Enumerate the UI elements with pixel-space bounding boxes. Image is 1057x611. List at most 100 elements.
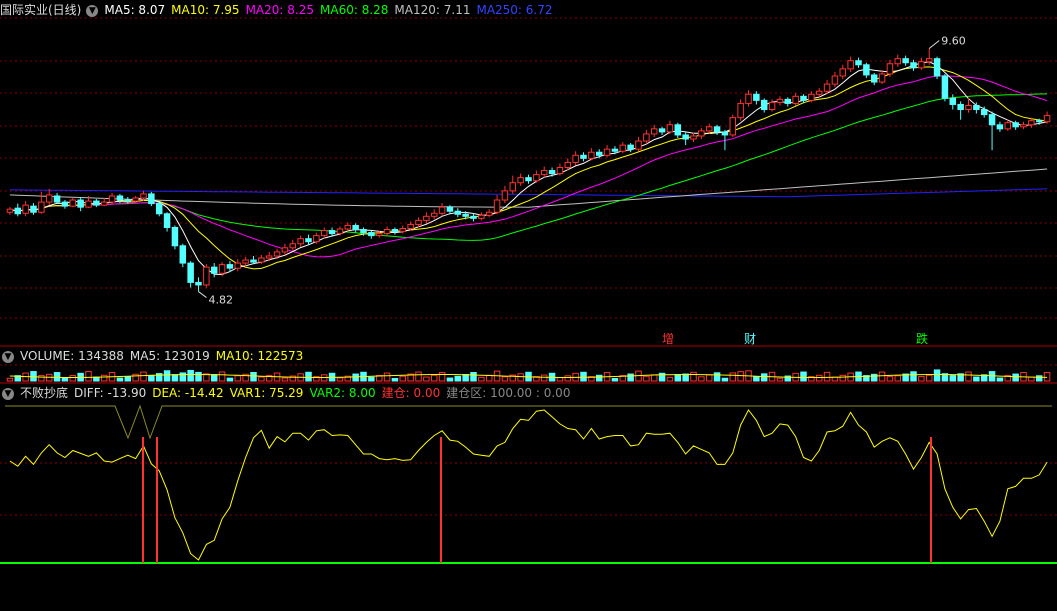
candle-body [234,262,242,269]
chevron-down-icon[interactable]: ▼ [86,4,99,17]
candle-body [187,262,194,283]
volume-bar [124,376,132,382]
candle-body [140,193,147,199]
candle-body [776,98,784,103]
candlesticks[interactable] [6,48,1051,292]
volume-bar [281,377,289,382]
ma250-line [9,188,1048,198]
dea-value: DEA: -14.42 [152,386,224,400]
high-marker [928,40,940,49]
candle-body [517,177,524,184]
volume-bar [933,369,941,382]
volume-bar [918,376,925,382]
volume-bar [470,372,477,382]
volume-bar [540,374,548,382]
volume-bar [650,374,658,382]
candle-body [258,257,265,263]
candle-body [30,205,37,213]
candle-body [69,199,77,207]
candle-body [493,199,501,213]
candle-body [470,215,477,219]
volume-bar [973,376,980,382]
ma5-value: MA5: 8.07 [104,3,166,17]
volume-bar [61,377,69,382]
candle-body [116,195,124,201]
volume-header: ▼ VOLUME: 134388 MA5: 123019 MA10: 122573 [0,347,309,365]
volume-bar [925,374,933,382]
volume-bar [116,377,124,382]
ma10-line [9,66,1048,270]
candle-body [415,219,422,225]
indicator-lines [0,404,1057,564]
candle-body [548,170,556,175]
volume-ma5: MA5: 123019 [129,349,210,363]
candle-body [407,223,414,230]
volume-bar [910,371,917,382]
candle-body [753,93,760,101]
volume-bar [485,374,493,382]
candle-body [250,259,257,263]
candle-body [77,199,84,208]
candle-body [878,73,886,83]
candle-body [886,63,894,75]
volume-bars[interactable] [6,369,1051,382]
candle-body [85,200,92,208]
candle-body [713,126,721,133]
candle-body [957,103,964,111]
var2-line [5,404,1052,440]
candle-body [203,266,210,286]
chevron-down-icon[interactable]: ▼ [2,387,14,400]
volume-bar [815,374,823,382]
candle-body [784,98,792,104]
tag-zeng: 增 [662,332,675,346]
candle-body [823,83,831,92]
candle-body [603,148,611,156]
volume-bar [368,376,375,382]
candle-body [525,177,532,182]
volume-bar [85,371,92,382]
candle-body [973,104,980,111]
volume-bar [705,374,713,382]
volume-bar [446,377,454,382]
volume-bar [478,376,485,382]
candle-body [148,193,155,205]
candle-body [705,126,713,132]
candle-body [721,131,729,136]
chevron-down-icon[interactable]: ▼ [2,350,14,363]
volume-bar [187,369,194,382]
var2-value: VAR2: 8.00 [309,386,376,400]
tag-die: 跌 [916,332,929,346]
volume-bar [38,375,45,382]
indicator-header: ▼ 不败抄底 DIFF: -13.90 DEA: -14.42 VAR1: 75.29 V… [0,384,576,402]
candle-body [313,235,320,243]
candle-body [1035,120,1043,123]
volume-bar [195,371,202,382]
candle-body [501,190,509,201]
candle-body [839,68,847,77]
candle-body [14,207,22,215]
volume-bar [391,378,399,382]
high-price-label: 9.60 [941,35,966,48]
stock-chart[interactable]: 9.60 4.82 [0,0,1057,611]
candle-body [328,230,336,235]
volume-bar [352,373,359,382]
candle-body [611,148,619,152]
candle-body [344,224,352,230]
volume-bar [823,371,831,382]
candle-body [918,61,925,69]
volume-bar [423,376,430,382]
candle-body [155,203,163,215]
candle-body [281,247,289,253]
candle-body [391,229,399,233]
candle-body [925,58,933,63]
candle-body [179,245,187,264]
candle-body [226,264,234,269]
volume-bar [6,377,14,382]
candle-body [737,102,744,119]
volume-bar [996,377,1004,382]
candle-body [933,58,941,77]
volume-bar [218,371,226,382]
volume-bar [250,372,257,382]
volume-bar [643,375,650,382]
ma20-value: MA20: 8.25 [245,3,314,17]
